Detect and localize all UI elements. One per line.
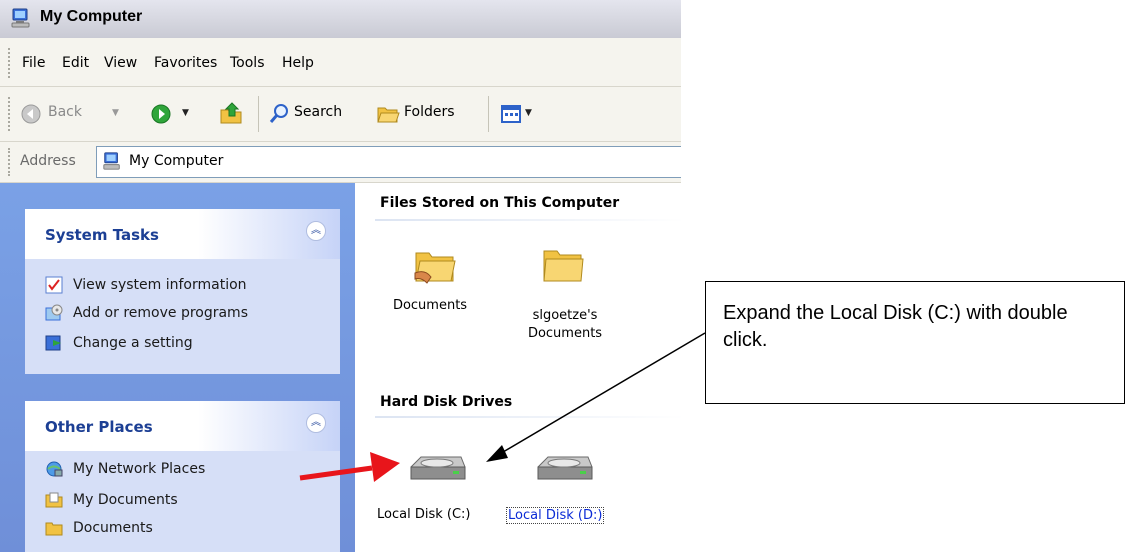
views-icon (500, 103, 522, 129)
system-tasks-panel: System Tasks ︽ View system information A… (25, 209, 340, 374)
up-folder-button[interactable] (218, 100, 246, 128)
up-folder-icon (218, 102, 244, 130)
computer-icon (10, 7, 32, 29)
menu-grip (8, 48, 12, 78)
forward-arrow-icon (150, 103, 172, 129)
section-divider (375, 416, 681, 418)
add-remove-programs-icon (45, 304, 63, 322)
section-divider (375, 219, 681, 221)
place-label: Documents (73, 520, 153, 536)
drive-item-local-disk-d[interactable]: Local Disk (D:) (506, 451, 618, 531)
address-input[interactable]: My Computer (96, 146, 681, 178)
task-label: View system information (73, 277, 247, 293)
menu-help[interactable]: Help (282, 55, 314, 71)
chevron-down-icon: ▼ (112, 108, 119, 118)
search-button[interactable]: Search (268, 100, 368, 128)
address-grip (8, 148, 12, 176)
menu-tools[interactable]: Tools (230, 55, 265, 71)
collapse-chevron-icon[interactable]: ︽ (306, 221, 326, 241)
back-arrow-icon (20, 103, 42, 129)
menu-view[interactable]: View (104, 55, 137, 71)
chevron-down-icon: ▼ (182, 108, 189, 118)
folder-item-documents[interactable]: Documents (380, 243, 480, 313)
menu-bar: File Edit View Favorites Tools Help (0, 38, 681, 87)
drive-item-local-disk-c[interactable]: Local Disk (C:) (377, 451, 483, 531)
drives-section-header: Hard Disk Drives (380, 394, 513, 410)
my-documents-icon (45, 491, 63, 509)
system-tasks-header[interactable]: System Tasks ︽ (25, 209, 340, 259)
toolbar: Back ▼ ▼ Search Folders ▼ (0, 87, 681, 142)
other-places-panel: Other Places ︽ My Network Places My Docu… (25, 401, 340, 552)
shared-folder-icon (413, 243, 457, 291)
callout-text: Expand the Local Disk (C:) with double c… (723, 302, 1068, 351)
other-places-title: Other Places (45, 418, 153, 436)
folders-label: Folders (404, 104, 455, 120)
place-label: My Documents (73, 492, 178, 508)
instruction-callout: Expand the Local Disk (C:) with double c… (705, 281, 1125, 404)
toolbar-separator (258, 96, 259, 132)
address-label: Address (20, 153, 76, 169)
toolbar-separator (488, 96, 489, 132)
folder-item-user-documents[interactable]: slgoetze's Documents (505, 243, 625, 341)
folder-icon (541, 243, 585, 291)
menu-edit[interactable]: Edit (62, 55, 89, 71)
drive-label-selected: Local Disk (D:) (506, 507, 605, 524)
back-button[interactable]: Back ▼ (20, 100, 125, 128)
task-label: Add or remove programs (73, 305, 248, 321)
hard-disk-icon (534, 453, 594, 491)
title-bar[interactable]: My Computer (0, 0, 681, 38)
back-label: Back (48, 104, 82, 120)
folder-label: Documents (392, 298, 468, 313)
folders-button[interactable]: Folders (376, 100, 476, 128)
system-info-icon (45, 276, 63, 294)
content-pane: Files Stored on This Computer Documents … (355, 183, 681, 552)
folder-icon (45, 519, 63, 537)
address-bar: Address My Computer (0, 142, 681, 183)
place-label: My Network Places (73, 461, 206, 477)
files-section-header: Files Stored on This Computer (380, 195, 620, 211)
window-title: My Computer (40, 8, 143, 25)
folders-icon (376, 103, 400, 129)
folder-label: slgoetze's Documents (527, 308, 603, 341)
explorer-window: My Computer File Edit View Favorites Too… (0, 0, 681, 552)
task-pane: System Tasks ︽ View system information A… (0, 183, 355, 552)
search-icon (268, 103, 290, 129)
forward-button[interactable]: ▼ (150, 100, 200, 128)
computer-icon (102, 151, 122, 175)
drive-label: Local Disk (C:) (377, 507, 471, 522)
hard-disk-icon (407, 453, 467, 491)
address-value: My Computer (129, 153, 224, 169)
chevron-down-icon: ▼ (525, 108, 532, 118)
task-label: Change a setting (73, 335, 193, 351)
views-button[interactable]: ▼ (500, 100, 540, 128)
other-places-header[interactable]: Other Places ︽ (25, 401, 340, 451)
toolbar-grip (8, 97, 12, 131)
collapse-chevron-icon[interactable]: ︽ (306, 413, 326, 433)
network-places-icon (45, 460, 63, 478)
system-tasks-title: System Tasks (45, 226, 159, 244)
menu-favorites[interactable]: Favorites (154, 55, 217, 71)
search-label: Search (294, 104, 343, 120)
control-panel-icon (45, 334, 63, 352)
menu-file[interactable]: File (22, 55, 45, 71)
